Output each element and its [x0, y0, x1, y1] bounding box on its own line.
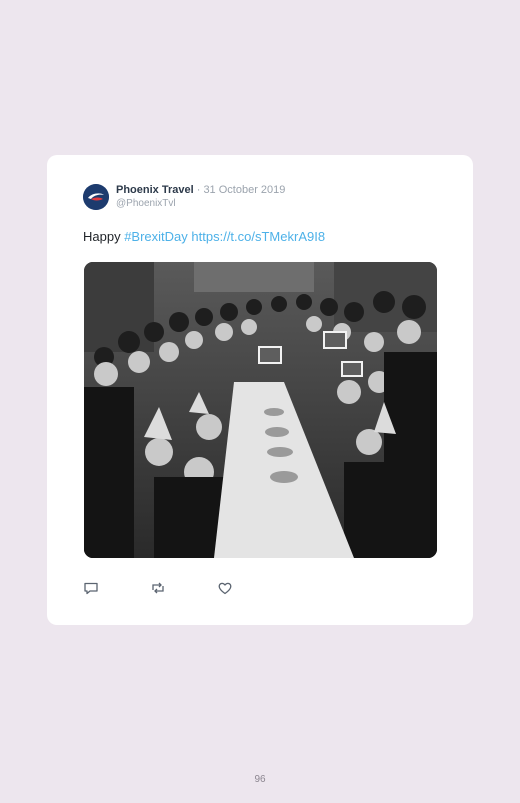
hashtag-link[interactable]: #BrexitDay	[124, 229, 188, 244]
author-handle[interactable]: @PhoenixTvl	[116, 197, 176, 210]
avatar[interactable]	[83, 184, 109, 210]
tweet-card: Phoenix Travel · 31 October 2019 @Phoeni…	[47, 155, 473, 625]
tweet-text-prefix: Happy	[83, 229, 125, 244]
author-name[interactable]: Phoenix Travel	[116, 184, 194, 196]
page-number: 96	[254, 774, 266, 785]
phoenix-logo-icon	[83, 184, 109, 210]
url-link[interactable]: https://t.co/sTMekrA9I8	[191, 229, 325, 244]
tweet-text: Happy #BrexitDay https://t.co/sTMekrA9I8	[83, 229, 325, 245]
retweet-icon[interactable]	[150, 580, 166, 596]
author-line: Phoenix Travel · 31 October 2019	[116, 183, 285, 197]
tweet-actions	[83, 580, 233, 596]
heart-icon[interactable]	[217, 580, 233, 596]
reply-icon[interactable]	[83, 580, 99, 596]
tweet-photo[interactable]	[84, 262, 437, 558]
street-party-photo	[84, 262, 437, 558]
tweet-date[interactable]: 31 October 2019	[203, 184, 285, 196]
meta-separator: ·	[193, 184, 204, 196]
